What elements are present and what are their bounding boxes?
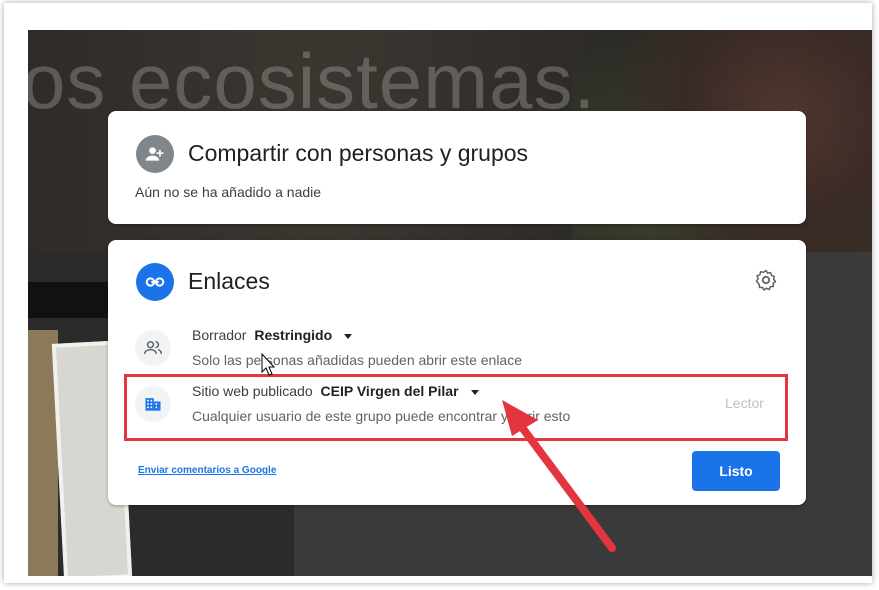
feedback-link[interactable]: Enviar comentarios a Google bbox=[138, 465, 276, 476]
share-card: Compartir con personas y grupos Aún no s… bbox=[108, 111, 806, 224]
link-icon bbox=[136, 263, 174, 301]
links-title: Enlaces bbox=[188, 268, 270, 294]
person-add-icon bbox=[136, 135, 174, 173]
share-title: Compartir con personas y grupos bbox=[188, 140, 529, 166]
share-subtitle: Aún no se ha añadido a nadie bbox=[135, 184, 322, 200]
link-row-label: Borrador bbox=[192, 327, 247, 343]
link-row-restricted[interactable]: Borrador Restringido bbox=[192, 327, 353, 343]
annotation-highlight-box bbox=[124, 374, 788, 441]
chevron-down-icon[interactable] bbox=[344, 333, 353, 339]
link-access-dropdown[interactable]: Restringido bbox=[254, 327, 332, 343]
link-row-description: Solo las personas añadidas pueden abrir … bbox=[192, 352, 523, 368]
done-button[interactable]: Listo bbox=[692, 451, 780, 491]
people-icon bbox=[135, 330, 171, 366]
gear-icon[interactable] bbox=[754, 268, 778, 292]
